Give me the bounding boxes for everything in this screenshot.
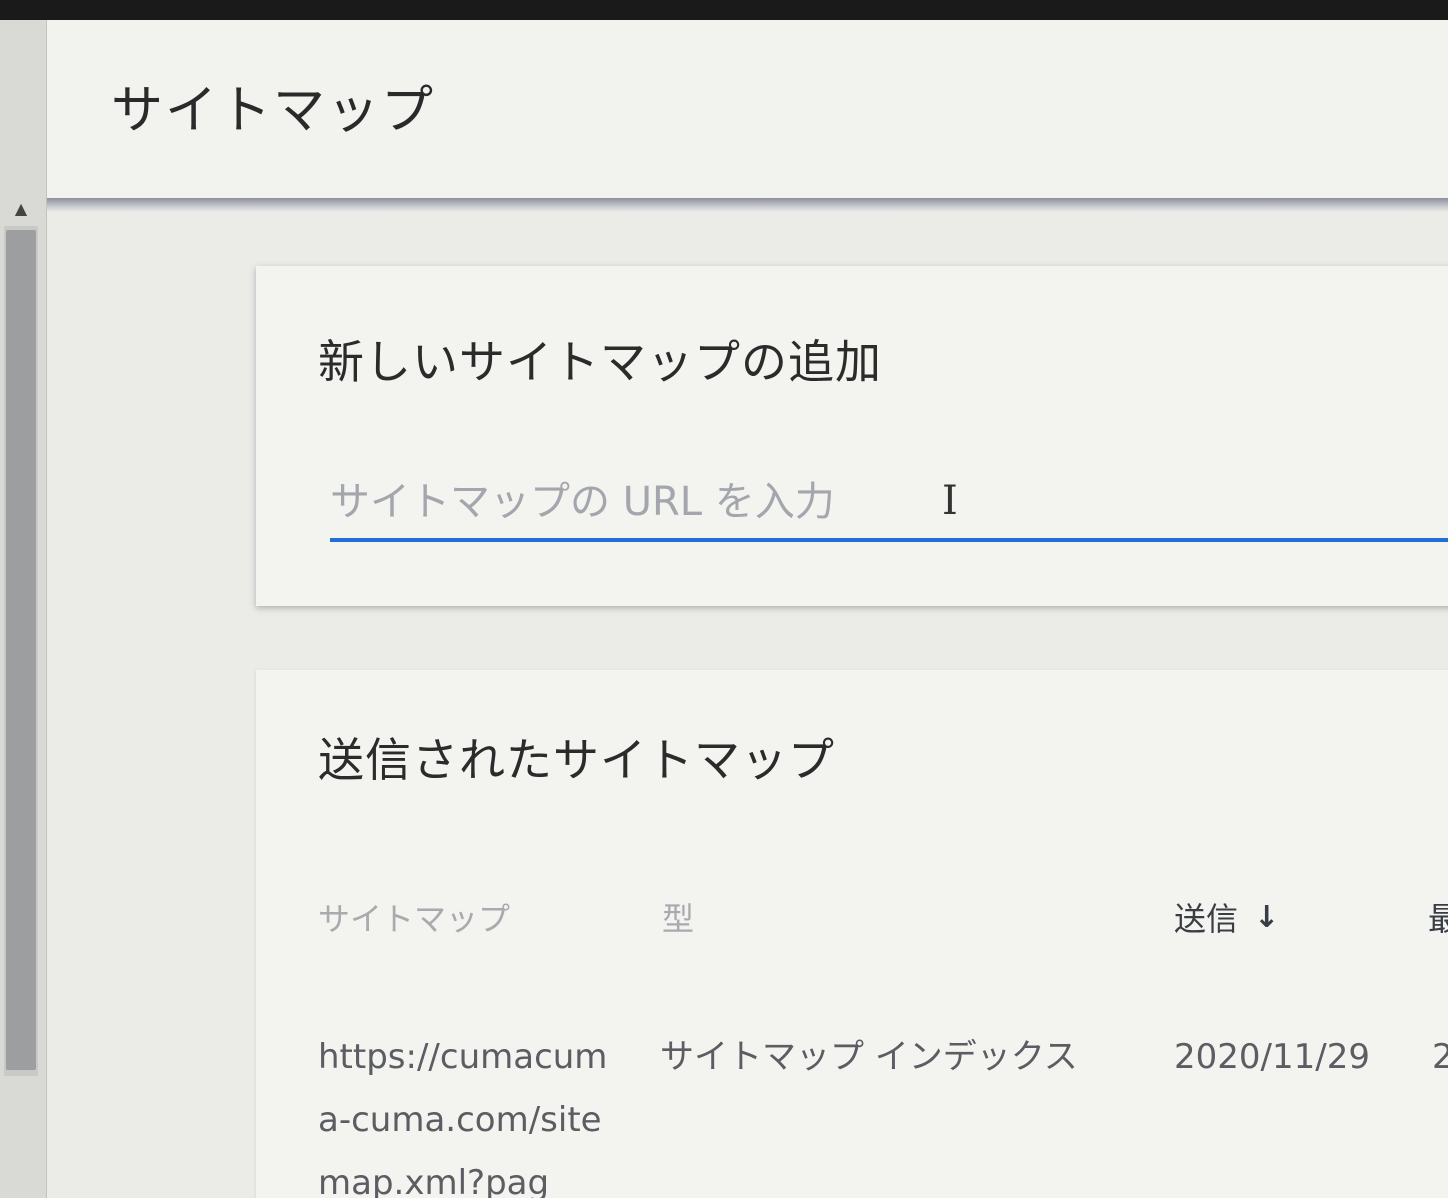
header-divider	[47, 198, 1448, 212]
sitemap-url-input[interactable]	[330, 472, 1448, 542]
table-row-sitemap-url[interactable]: https://cumacuma-cuma.com/sitemap.xml?pa…	[318, 1026, 608, 1198]
scrollbar-thumb[interactable]	[6, 230, 36, 1070]
column-header-sitemap[interactable]: サイトマップ	[318, 894, 510, 940]
column-header-submitted-label: 送信	[1174, 900, 1239, 938]
app-header: サイトマップ	[47, 20, 1448, 202]
page-title: サイトマップ	[111, 81, 436, 141]
arrow-down-icon[interactable]: ↓	[1254, 900, 1279, 935]
add-sitemap-card: 新しいサイトマップの追加 I	[256, 266, 1448, 606]
table-row-type: サイトマップ インデックス	[660, 1037, 1078, 1077]
scroll-up-arrow-icon[interactable]: ▲	[6, 198, 36, 220]
column-header-type[interactable]: 型	[662, 894, 694, 940]
screen: ▲ サイトマップ 新しいサイトマップの追加 I 送信されたサイトマップ サイトマ…	[0, 0, 1448, 1198]
table-row-submitted-date: 2020/11/29	[1174, 1037, 1370, 1077]
add-sitemap-title: 新しいサイトマップの追加	[318, 335, 882, 389]
text-cursor-icon: I	[942, 478, 958, 524]
table-row-next-value: 2	[1432, 1037, 1448, 1077]
column-header-next[interactable]: 最	[1428, 894, 1448, 940]
submitted-sitemaps-card: 送信されたサイトマップ サイトマップ 型 送信 ↓ 最 https://cuma…	[256, 670, 1448, 1198]
column-header-submitted[interactable]: 送信 ↓	[1174, 894, 1279, 940]
monitor-bezel	[0, 0, 1448, 20]
submitted-sitemaps-title: 送信されたサイトマップ	[318, 733, 835, 787]
